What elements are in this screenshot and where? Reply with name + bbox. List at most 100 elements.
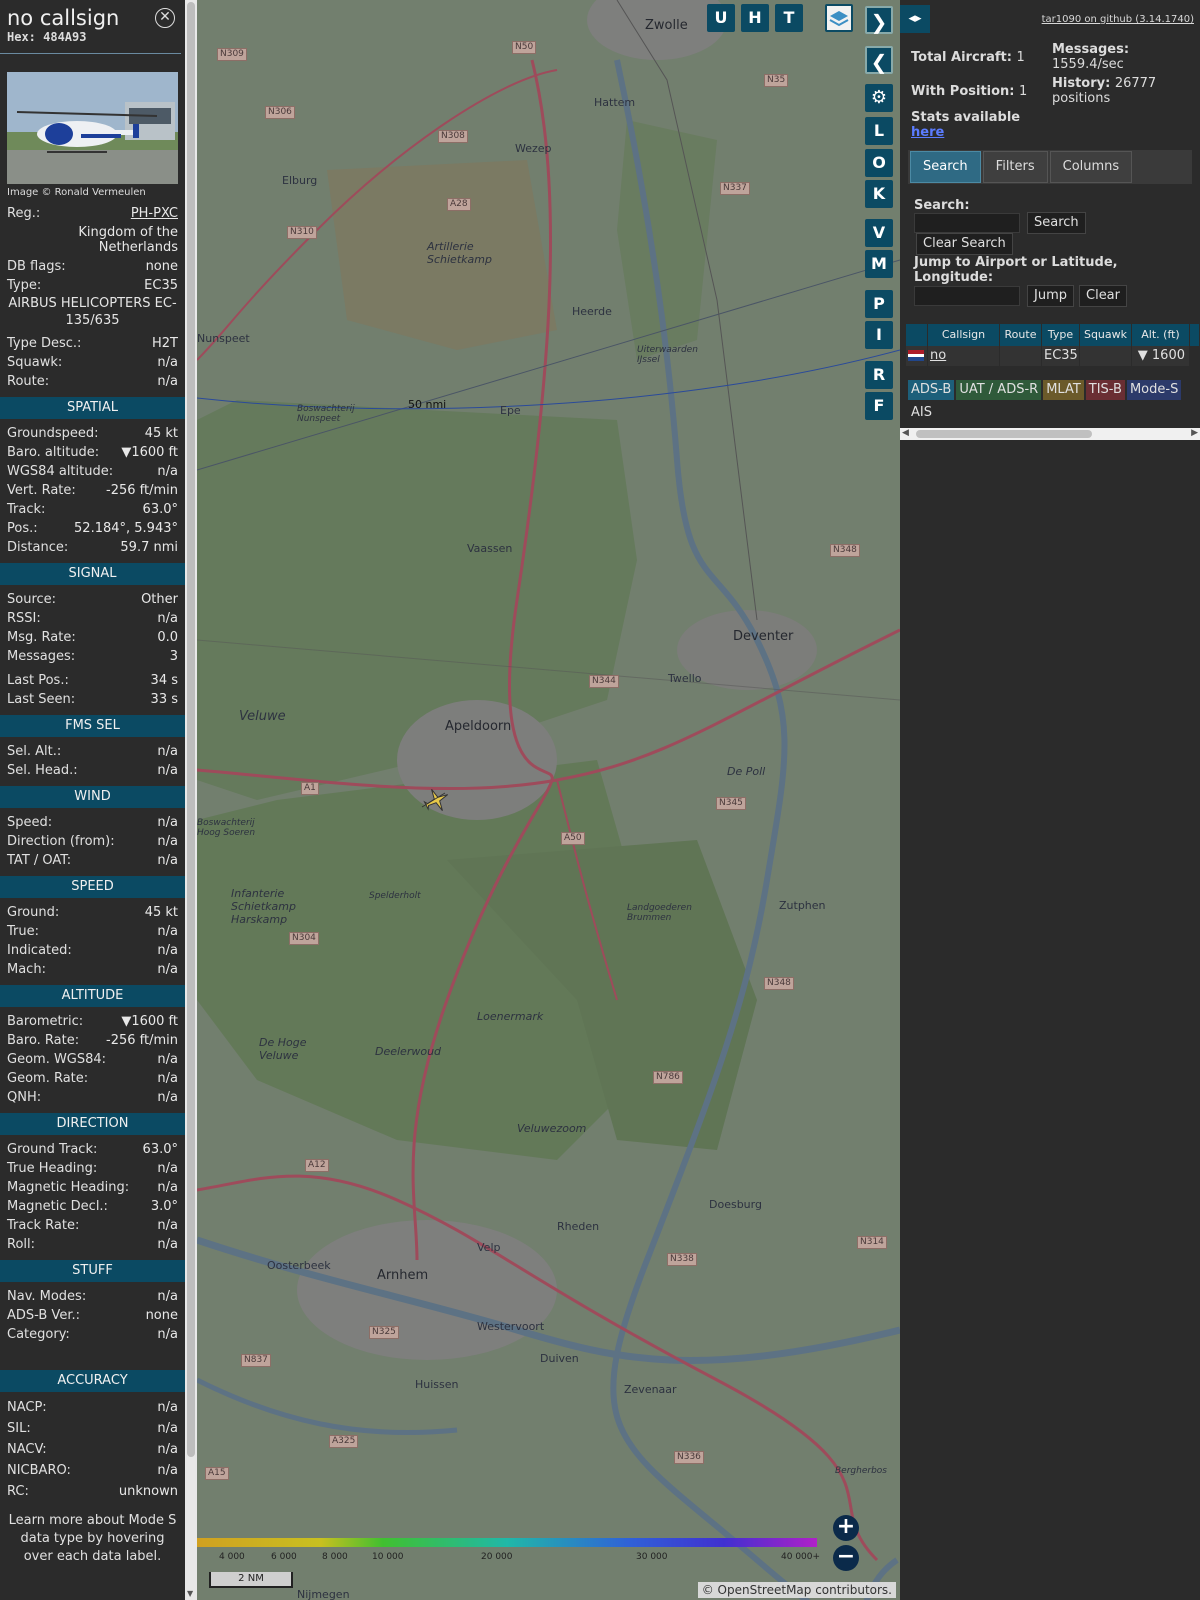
map-button-h[interactable]: H [741,4,769,32]
info-row-label[interactable]: TAT / OAT: [7,851,71,870]
info-row-label[interactable]: Geom. WGS84: [7,1050,106,1069]
info-row-label[interactable]: ADS-B Ver.: [7,1306,80,1325]
info-row-label[interactable]: NACV: [7,1439,47,1460]
info-row-label[interactable]: Type Desc.: [7,334,81,353]
info-row-label[interactable]: RC: [7,1481,29,1502]
info-row-label[interactable]: Track: [7,500,45,519]
info-row-label[interactable]: Mach: [7,960,46,979]
map-button-f[interactable]: F [865,392,893,420]
info-row-label[interactable]: DB flags: [7,257,66,276]
column-header-squawk[interactable]: Squawk [1080,324,1132,346]
row-callsign[interactable]: no callsign [928,346,1000,366]
scroll-down-arrow[interactable]: ▼ [187,1589,193,1598]
close-icon[interactable]: ✕ [155,8,175,28]
map-button-p[interactable]: P [865,290,893,318]
info-row-label[interactable]: Type: [7,276,41,295]
flag-column-header[interactable] [906,324,928,346]
map-attribution[interactable]: © OpenStreetMap contributors. [697,1582,896,1598]
aircraft-photo[interactable] [7,72,178,184]
info-row-value[interactable]: PH-PXC [131,204,178,223]
info-row-label[interactable]: Roll: [7,1235,35,1254]
legend-chip-ais[interactable]: AIS [908,403,935,423]
info-row-label[interactable]: RSSI: [7,609,41,628]
legend-chip-ads-b[interactable]: ADS-B [908,380,955,400]
info-row-label[interactable]: Source: [7,590,56,609]
info-row-label[interactable]: Last Pos.: [7,671,69,690]
column-header-route[interactable]: Route [1000,324,1042,346]
map-button-t[interactable]: T [775,4,803,32]
scroll-left-arrow[interactable]: ◀ [902,428,909,438]
map-button-l[interactable]: L [865,117,893,145]
column-header-altitude[interactable]: Alt. (ft) [1132,324,1190,346]
jump-input[interactable] [914,286,1020,306]
tab-columns[interactable]: Columns [1049,151,1133,183]
github-link[interactable]: tar1090 on github (3.14.1740) [1042,14,1194,25]
chevron-right-icon[interactable]: ❯ [865,6,893,34]
map-button-m[interactable]: M [865,250,893,278]
info-row-label[interactable]: Indicated: [7,941,72,960]
info-row-label[interactable]: True: [7,922,39,941]
info-row-label[interactable]: Barometric: [7,1012,83,1031]
info-panel-scrollbar[interactable]: ▼ [185,0,197,1600]
table-row[interactable]: no callsign EC35 ▼ 1600 [906,346,1200,366]
search-input[interactable] [914,213,1020,233]
legend-chip-mlat[interactable]: MLAT [1043,380,1084,400]
table-horizontal-scrollbar[interactable]: ◀ ▶ [900,428,1200,440]
info-row-label[interactable]: Distance: [7,538,68,557]
chevron-left-icon[interactable]: ❮ [865,46,893,74]
info-row-label[interactable]: Ground: [7,903,59,922]
info-row-label[interactable]: Ground Track: [7,1140,97,1159]
stats-link[interactable]: here [911,125,944,140]
info-row-label[interactable]: Groundspeed: [7,424,98,443]
map-button-u[interactable]: U [707,4,735,32]
info-row-label[interactable]: Last Seen: [7,690,75,709]
scrollbar-thumb[interactable] [916,430,1092,438]
column-header-callsign[interactable]: Callsign [928,324,1000,346]
info-row-label[interactable]: Nav. Modes: [7,1287,86,1306]
info-row-label[interactable]: Speed: [7,813,52,832]
map-button-k[interactable]: K [865,180,893,208]
clear-jump-button[interactable]: Clear [1079,285,1127,307]
info-row-label[interactable]: NICBARO: [7,1460,71,1481]
info-row-label[interactable]: Sel. Head.: [7,761,78,780]
info-row-label[interactable]: Baro. altitude: [7,443,99,462]
info-row-label[interactable]: QNH: [7,1088,41,1107]
info-row-label[interactable]: Msg. Rate: [7,628,76,647]
info-row-label[interactable]: WGS84 altitude: [7,462,113,481]
info-row-label[interactable]: SIL: [7,1418,31,1439]
jump-button[interactable]: Jump [1027,285,1074,307]
layers-icon[interactable] [825,4,853,32]
scrollbar-thumb[interactable] [187,2,195,1457]
info-row-label[interactable]: Direction (from): [7,832,115,851]
column-header-type[interactable]: Type [1042,324,1080,346]
legend-chip-uat-ads-r[interactable]: UAT / ADS-R [956,380,1042,400]
search-button[interactable]: Search [1027,212,1086,234]
info-row-label[interactable]: Magnetic Decl.: [7,1197,108,1216]
clear-search-button[interactable]: Clear Search [916,233,1013,255]
info-row-label[interactable]: True Heading: [7,1159,97,1178]
info-row-label[interactable]: Reg.: [7,204,40,223]
info-row-label[interactable]: NACP: [7,1397,47,1418]
info-row-label[interactable]: Geom. Rate: [7,1069,88,1088]
gear-icon[interactable]: ⚙ [865,84,893,112]
info-row-label[interactable]: Pos.: [7,519,38,538]
map-button-i[interactable]: I [865,321,893,349]
info-row-label[interactable]: Magnetic Heading: [7,1178,129,1197]
scroll-right-arrow[interactable]: ▶ [1191,428,1198,438]
map-button-o[interactable]: O [865,149,893,177]
map-button-r[interactable]: R [865,361,893,389]
map-button-v[interactable]: V [865,219,893,247]
legend-chip-tis-b[interactable]: TIS-B [1085,380,1125,400]
column-header-more[interactable] [1190,324,1200,346]
expand-sidebar-icon[interactable]: ◂▸ [900,5,930,33]
tab-filters[interactable]: Filters [982,151,1048,183]
info-row-label[interactable]: Sel. Alt.: [7,742,61,761]
zoom-out-button[interactable]: − [833,1545,859,1571]
info-row-label[interactable]: Category: [7,1325,70,1344]
map-view[interactable]: Zwolle Hattem Wezep Elburg Heerde Epe Va… [197,0,900,1600]
legend-chip-mode-s[interactable]: Mode-S [1126,380,1182,400]
info-row-label[interactable]: Baro. Rate: [7,1031,79,1050]
zoom-in-button[interactable]: + [833,1515,859,1541]
tab-search[interactable]: Search [910,151,981,183]
info-row-label[interactable]: Track Rate: [7,1216,79,1235]
